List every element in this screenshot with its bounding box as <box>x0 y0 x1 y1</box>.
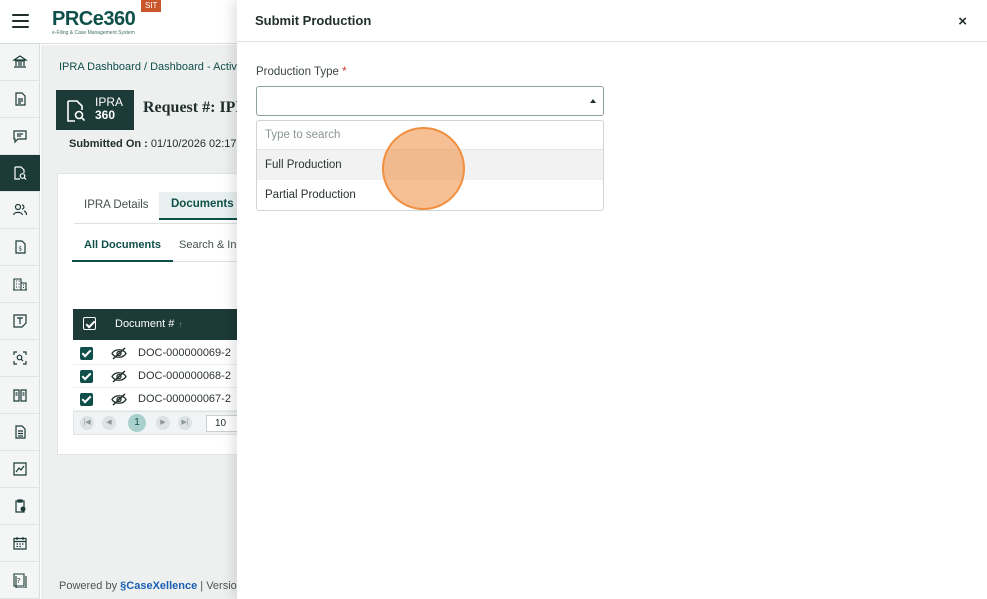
close-icon[interactable]: × <box>958 13 967 30</box>
breadcrumb[interactable]: IPRA Dashboard / Dashboard - Activ <box>59 61 237 73</box>
sidebar-item-messages[interactable] <box>0 118 40 155</box>
drawer-title: Submit Production <box>255 13 372 28</box>
first-page-icon[interactable]: |◀ <box>80 416 94 430</box>
row-checkbox[interactable] <box>80 370 93 383</box>
ipra-360-label: 360 <box>95 108 116 122</box>
subtab-bar: All Documents Search & In <box>72 232 262 262</box>
sidebar-item-scan[interactable] <box>0 340 40 377</box>
hidden-eye-icon[interactable] <box>111 370 127 383</box>
document-search-icon <box>14 166 27 180</box>
scan-icon <box>13 351 27 365</box>
document-icon <box>15 92 26 106</box>
book-icon <box>13 389 27 402</box>
environment-badge: SIT <box>141 0 162 12</box>
tab-bar: IPRA Details Documents <box>74 192 264 224</box>
row-checkbox[interactable] <box>80 347 93 360</box>
template-icon <box>13 314 27 328</box>
next-page-icon[interactable]: ▶ <box>156 416 170 430</box>
help-icon: ? <box>13 573 27 588</box>
submit-production-drawer: Submit Production × Production Type * Ty… <box>237 0 987 599</box>
documents-panel: IPRA Details Documents All Documents Sea… <box>57 173 264 455</box>
svg-text:?: ? <box>17 577 21 585</box>
column-document-number[interactable]: Document # ↑ <box>115 318 182 330</box>
tab-ipra-details[interactable]: IPRA Details <box>84 199 149 211</box>
sidebar-item-files[interactable] <box>0 414 40 451</box>
document-number[interactable]: DOC-000000069-2 <box>138 347 231 359</box>
users-icon <box>12 203 28 216</box>
ipra-label: IPRA <box>95 95 124 109</box>
drawer-header: Submit Production × <box>237 0 987 42</box>
production-type-select[interactable] <box>256 86 604 116</box>
logo-tagline: e-Filing & Case Management System <box>52 30 135 36</box>
file-icon <box>15 425 26 439</box>
footer: Powered by §CaseXellence | Versio <box>59 580 237 592</box>
submitted-value: 01/10/2026 02:17 <box>150 138 237 150</box>
caret-up-icon[interactable] <box>590 99 596 103</box>
click-indicator <box>382 127 465 210</box>
logo-brand: PRCe360 <box>52 8 136 30</box>
hamburger-menu-icon[interactable] <box>12 14 29 28</box>
sidebar-item-help[interactable]: ? <box>0 562 40 599</box>
footer-brand-text: CaseXellence <box>126 580 198 592</box>
sidebar-item-calendar[interactable] <box>0 525 40 562</box>
hidden-eye-icon[interactable] <box>111 393 127 406</box>
sidebar: $ ? <box>0 44 40 599</box>
table-row[interactable]: DOC-000000069-2 <box>73 342 258 365</box>
sidebar-item-users[interactable] <box>0 192 40 229</box>
prev-page-icon[interactable]: ◀ <box>102 416 116 430</box>
app-logo[interactable]: PRCe360 e-Filing & Case Management Syste… <box>52 8 136 36</box>
sidebar-item-invoices[interactable]: $ <box>0 229 40 266</box>
sidebar-item-bank[interactable] <box>0 44 40 81</box>
chat-icon <box>13 130 27 144</box>
footer-version: | Versio <box>200 580 237 592</box>
clipboard-icon <box>15 499 26 513</box>
pagination: |◀ ◀ 1 ▶ ▶| 10 <box>73 411 258 435</box>
sidebar-item-templates[interactable] <box>0 303 40 340</box>
production-type-label-text: Production Type <box>256 66 339 78</box>
column-label: Document # <box>115 318 175 330</box>
hidden-eye-icon[interactable] <box>111 347 127 360</box>
svg-text:$: $ <box>18 246 22 253</box>
required-indicator: * <box>342 66 347 78</box>
subtab-all-documents[interactable]: All Documents <box>72 239 174 262</box>
document-number[interactable]: DOC-000000067-2 <box>138 393 231 405</box>
document-search-icon <box>67 100 86 122</box>
footer-powered: Powered by <box>59 580 118 592</box>
sidebar-item-documents[interactable] <box>0 81 40 118</box>
sidebar-item-tasks[interactable] <box>0 488 40 525</box>
production-type-label: Production Type * <box>256 66 347 78</box>
last-page-icon[interactable]: ▶| <box>178 416 192 430</box>
footer-brand: §CaseXellence <box>120 580 198 592</box>
sidebar-item-library[interactable] <box>0 377 40 414</box>
chart-icon <box>13 462 27 476</box>
ipra-360-box: IPRA 360 <box>56 90 134 130</box>
calendar-icon <box>13 537 27 550</box>
subtab-search[interactable]: Search & In <box>179 239 236 251</box>
sidebar-item-reports[interactable] <box>0 451 40 488</box>
select-all-checkbox[interactable] <box>83 317 96 330</box>
table-row[interactable]: DOC-000000067-2 <box>73 388 258 411</box>
submitted-label: Submitted On : <box>69 138 148 150</box>
building-icon <box>13 278 27 291</box>
table-row[interactable]: DOC-000000068-2 <box>73 365 258 388</box>
sidebar-item-ipra[interactable] <box>0 155 40 192</box>
sort-arrow-icon: ↑ <box>178 320 183 329</box>
request-header: IPRA 360 Request #: IPR <box>56 90 256 130</box>
current-page[interactable]: 1 <box>128 414 146 432</box>
row-checkbox[interactable] <box>80 393 93 406</box>
request-title: Request #: IPR <box>143 99 247 116</box>
submitted-on: Submitted On : 01/10/2026 02:17 <box>69 138 237 150</box>
grid-header: Document # ↑ <box>73 309 258 340</box>
bank-icon <box>12 55 28 68</box>
tab-documents[interactable]: Documents <box>159 192 246 220</box>
invoice-icon: $ <box>15 240 26 254</box>
document-number[interactable]: DOC-000000068-2 <box>138 370 231 382</box>
sidebar-item-agencies[interactable] <box>0 266 40 303</box>
